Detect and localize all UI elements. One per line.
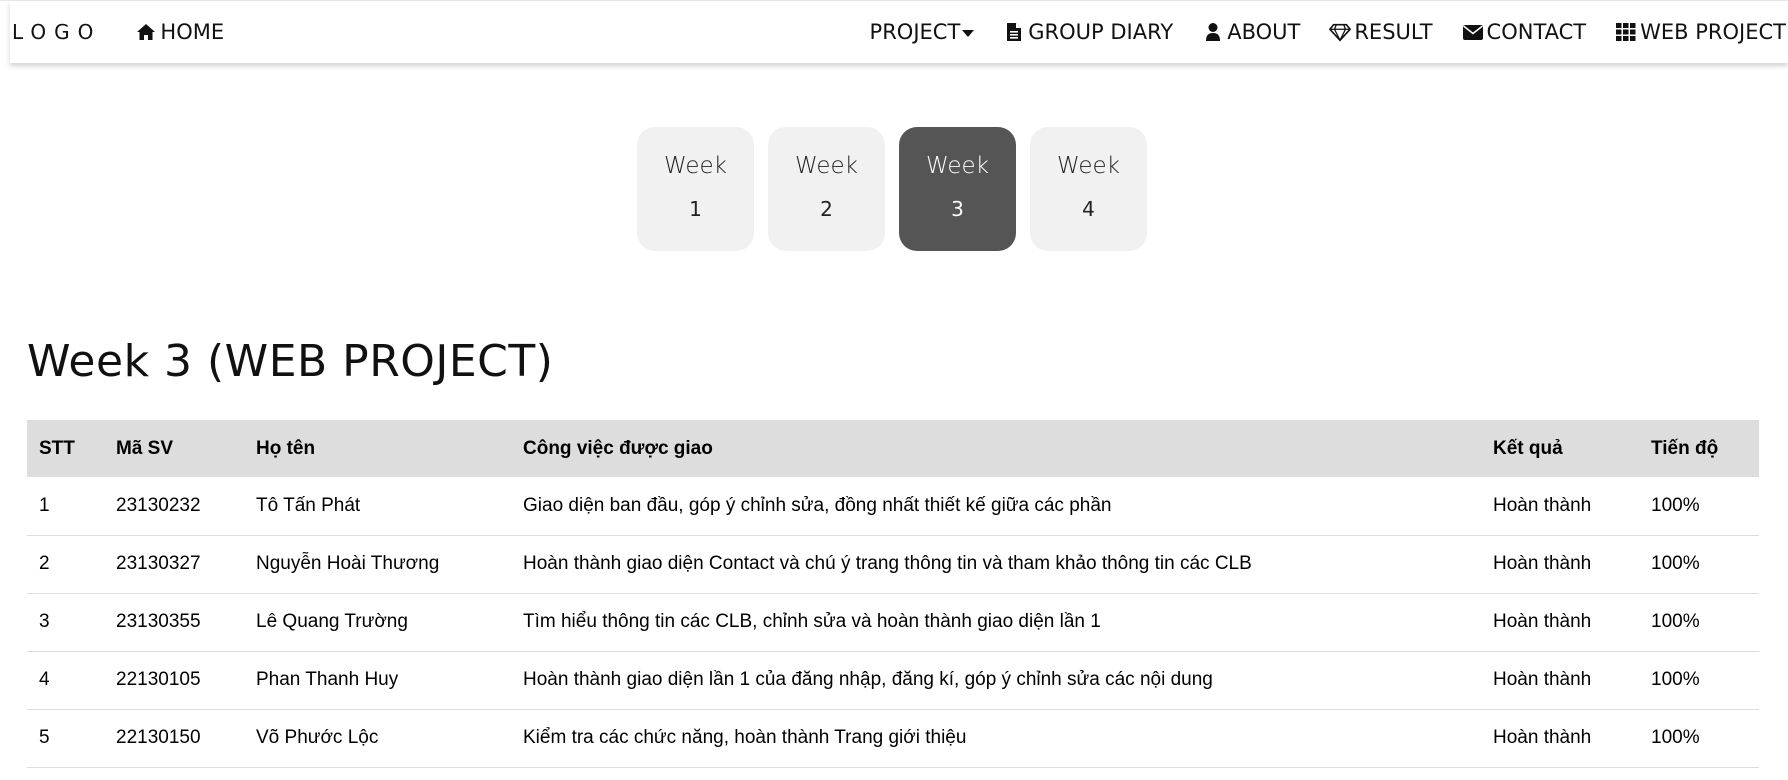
user-icon (1202, 21, 1224, 43)
table-row: 4 22130105 Phan Thanh Huy Hoàn thành gia… (27, 651, 1759, 709)
cell-name: Tô Tấn Phát (256, 494, 361, 516)
cell-result: Hoàn thành (1493, 494, 1592, 516)
table-row: 3 23130355 Lê Quang Trường Tìm hiểu thôn… (27, 593, 1759, 651)
week-label: Week (663, 153, 727, 179)
cell-progress: 100% (1651, 727, 1700, 748)
column-header-stt: STT (39, 437, 75, 459)
nav-group-diary[interactable]: GROUP DIARY (1003, 20, 1173, 44)
cell-task: Giao diện ban đầu, góp ý chỉnh sửa, đồng… (523, 494, 1112, 516)
cell-task: Hoàn thành giao diện lần 1 của đăng nhập… (523, 669, 1213, 690)
cell-progress: 100% (1651, 494, 1700, 516)
cell-stt: 1 (39, 494, 50, 516)
cell-stt: 5 (39, 727, 50, 748)
week-number: 2 (820, 197, 833, 221)
week-button-3[interactable]: Week 3 (899, 127, 1016, 251)
week-selector: Week 1 Week 2 Week 3 Week 4 (637, 127, 1147, 251)
column-header-progress: Tiến độ (1651, 437, 1719, 459)
table-row: 2 23130327 Nguyễn Hoài Thương Hoàn thành… (27, 535, 1759, 593)
cell-student-id: 23130232 (116, 494, 201, 516)
week-number: 4 (1082, 197, 1095, 221)
nav-project[interactable]: PROJECT (870, 20, 975, 44)
cell-stt: 4 (39, 669, 50, 690)
file-icon (1003, 21, 1025, 43)
nav-contact-label: CONTACT (1486, 20, 1587, 44)
cell-name: Lê Quang Trường (256, 611, 408, 632)
envelope-icon (1462, 21, 1484, 43)
nav-result[interactable]: RESULT (1329, 20, 1433, 44)
nav-project-label: PROJECT (869, 20, 961, 44)
cell-stt: 3 (39, 611, 50, 632)
cell-progress: 100% (1651, 669, 1700, 690)
week-label: Week (1056, 153, 1120, 179)
top-navbar: LOGO HOME PROJECT GROUP DIARY ABOUT RESU… (10, 1, 1788, 63)
nav-about-label: ABOUT (1227, 20, 1301, 44)
week-number: 1 (689, 197, 702, 221)
column-header-student-id: Mã SV (116, 437, 174, 459)
nav-result-label: RESULT (1354, 20, 1433, 44)
nav-contact[interactable]: CONTACT (1462, 20, 1587, 44)
cell-progress: 100% (1651, 553, 1700, 574)
diary-table: STT Mã SV Họ tên Công việc được giao Kết… (27, 420, 1759, 768)
table-header-row: STT Mã SV Họ tên Công việc được giao Kết… (27, 420, 1759, 477)
cell-student-id: 23130327 (116, 553, 201, 574)
caret-down-icon (962, 29, 975, 37)
cell-progress: 100% (1651, 611, 1700, 632)
page-title: Week 3 (WEB PROJECT) (27, 336, 554, 387)
week-label: Week (794, 153, 858, 179)
week-button-1[interactable]: Week 1 (637, 127, 754, 251)
diamond-icon (1329, 21, 1352, 43)
nav-home[interactable]: HOME (135, 20, 224, 44)
cell-task: Kiểm tra các chức năng, hoàn thành Trang… (523, 727, 967, 748)
cell-student-id: 23130355 (116, 611, 201, 632)
nav-web-project-label: WEB PROJECT (1640, 20, 1786, 44)
grid-icon (1615, 21, 1637, 43)
cell-stt: 2 (39, 553, 50, 574)
column-header-result: Kết quả (1493, 437, 1563, 459)
table-row: 5 22130150 Võ Phước Lộc Kiểm tra các chứ… (27, 709, 1759, 767)
cell-name: Võ Phước Lộc (256, 727, 379, 748)
cell-result: Hoàn thành (1493, 611, 1592, 632)
cell-name: Phan Thanh Huy (256, 669, 399, 690)
cell-student-id: 22130105 (116, 669, 201, 690)
cell-task: Tìm hiểu thông tin các CLB, chỉnh sửa và… (523, 611, 1101, 632)
cell-result: Hoàn thành (1493, 669, 1592, 690)
logo[interactable]: LOGO (12, 20, 101, 44)
nav-web-project[interactable]: WEB PROJECT (1615, 20, 1786, 44)
cell-result: Hoàn thành (1493, 727, 1592, 748)
week-label: Week (925, 153, 989, 179)
nav-group-diary-label: GROUP DIARY (1028, 20, 1174, 44)
cell-result: Hoàn thành (1493, 553, 1592, 574)
column-header-name: Họ tên (256, 437, 316, 459)
table-row: 1 23130232 Tô Tấn Phát Giao diện ban đầu… (27, 477, 1759, 535)
cell-name: Nguyễn Hoài Thương (256, 553, 440, 574)
cell-task: Hoàn thành giao diện Contact và chú ý tr… (523, 553, 1252, 574)
week-button-2[interactable]: Week 2 (768, 127, 885, 251)
week-button-4[interactable]: Week 4 (1030, 127, 1147, 251)
week-number: 3 (951, 197, 964, 221)
home-icon (135, 21, 157, 43)
column-header-task: Công việc được giao (523, 437, 713, 459)
nav-about[interactable]: ABOUT (1202, 20, 1300, 44)
nav-home-label: HOME (160, 20, 225, 44)
cell-student-id: 22130150 (116, 727, 201, 748)
